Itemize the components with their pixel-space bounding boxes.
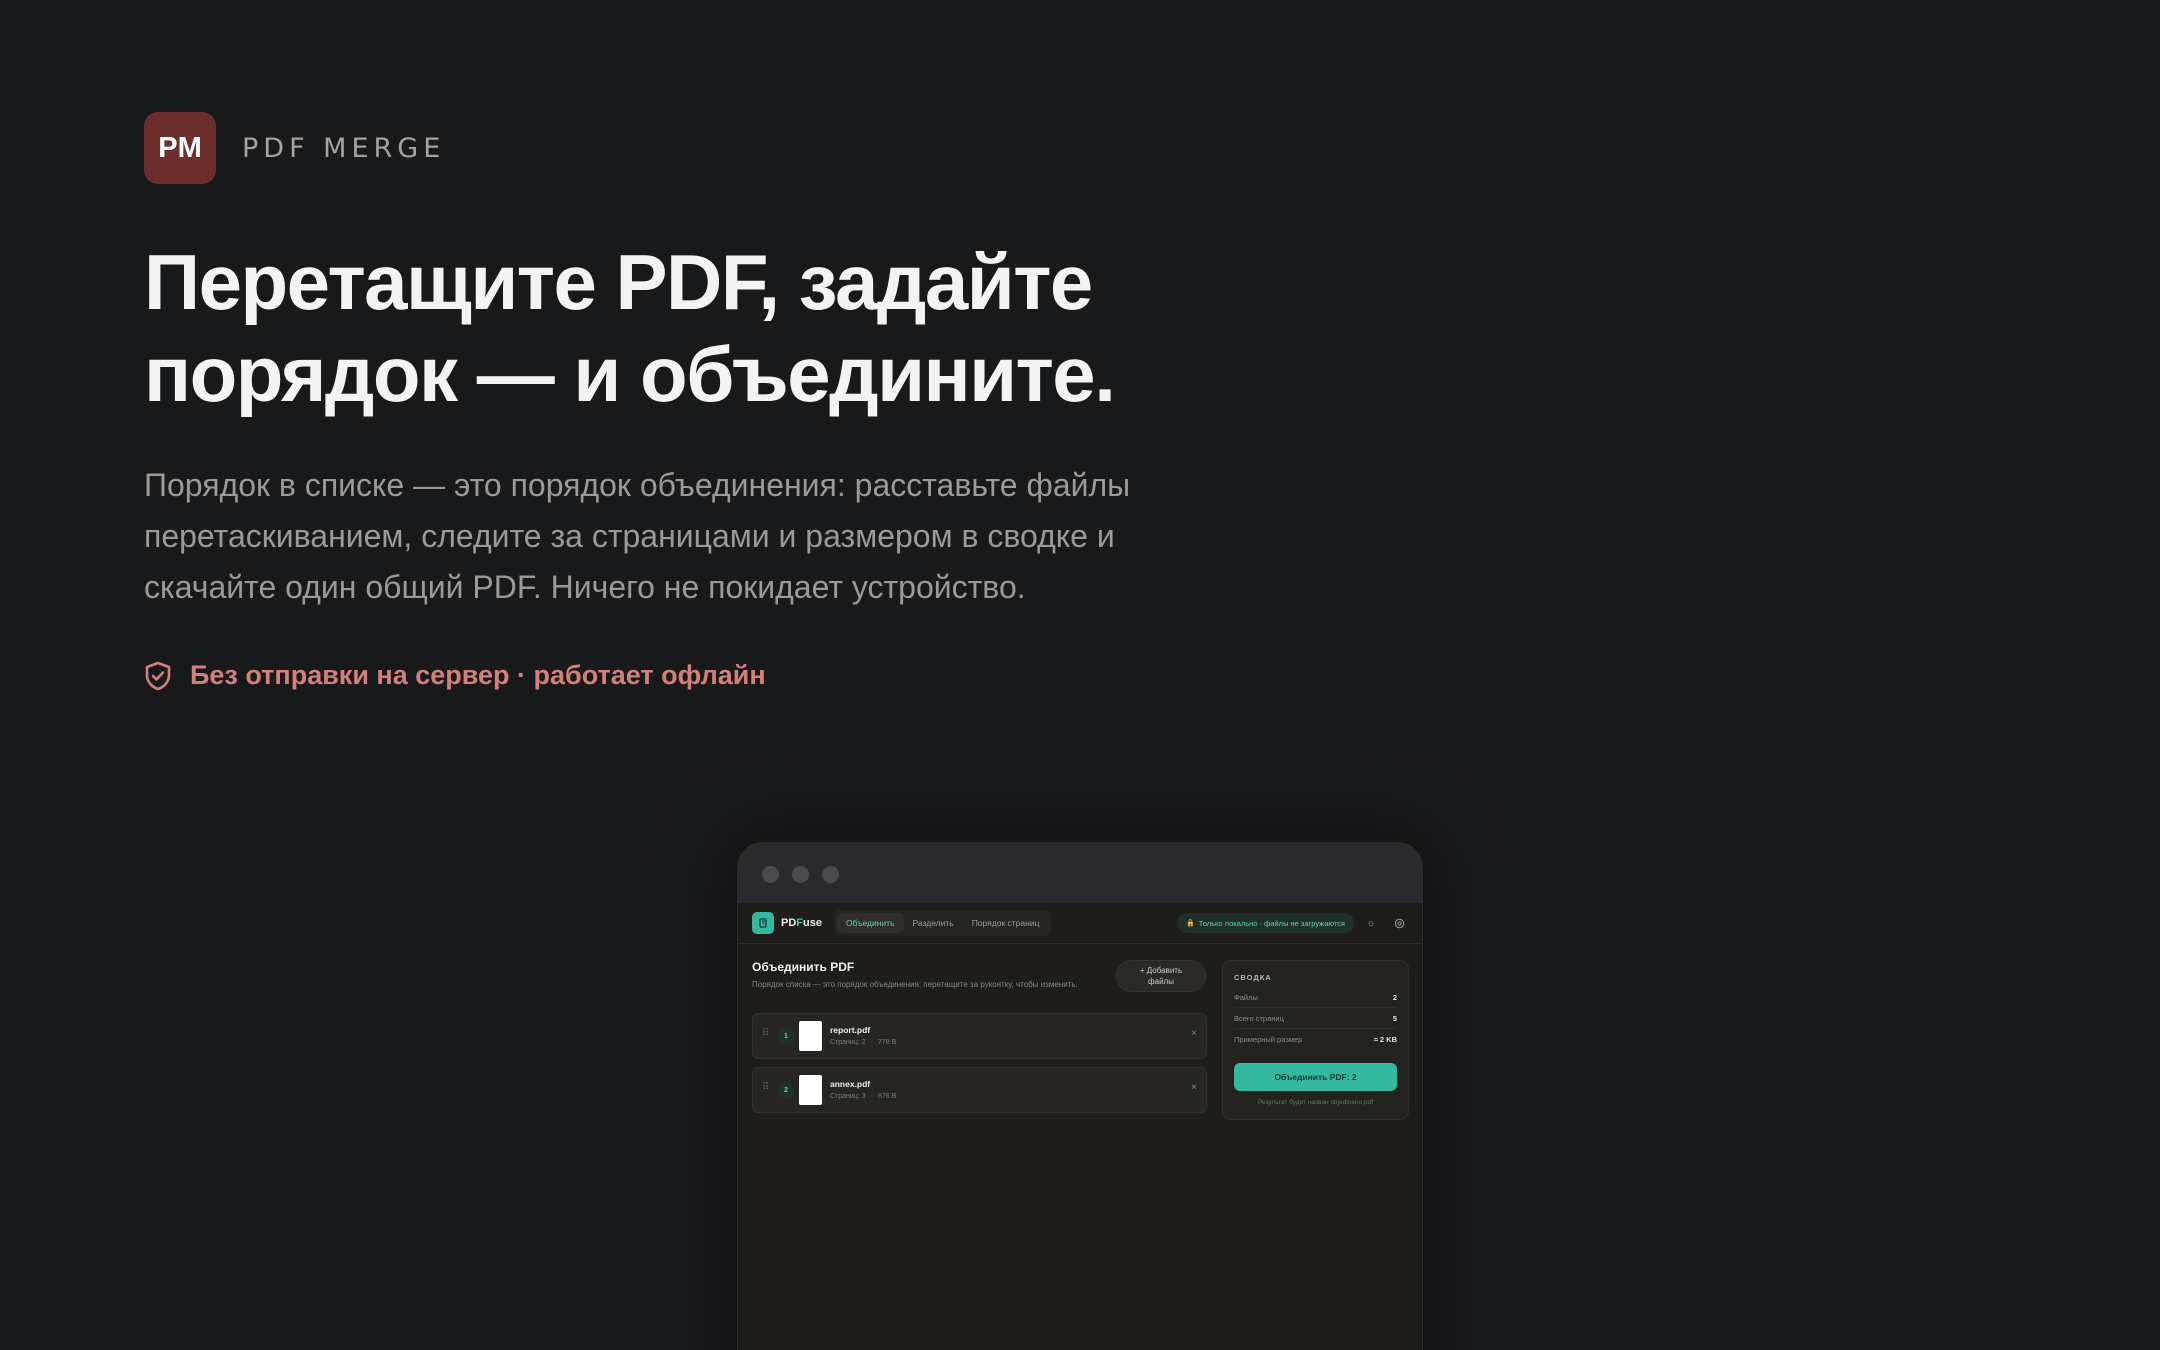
summary-pages-value: 5 [1392, 1014, 1397, 1023]
tab-page-order[interactable]: Порядок страниц [963, 913, 1049, 933]
lead-line-2: перетаскиванием, следите за страницами и… [144, 518, 1115, 554]
result-note: Результат будет назван objedineno.pdf [1257, 1099, 1374, 1106]
lead-paragraph: Порядок в списке — это порядок объединен… [144, 460, 1214, 613]
summary-size-row: Примерный размер ≈ 2 KB [1234, 1035, 1397, 1049]
sun-icon[interactable]: ☼ [1362, 914, 1380, 932]
window-close-dot[interactable] [762, 866, 779, 883]
brand-name: PDF MERGE [242, 132, 446, 164]
file-list-item[interactable]: ⠿ 1 report.pdf Страниц: 2 · 778 B × [752, 1013, 1207, 1059]
app-name-accent: F [796, 917, 804, 929]
summary-panel: СВОДКА Файлы 2 Всего страниц 5 Примерный… [1222, 960, 1409, 1120]
brand-logo: PM [144, 112, 216, 184]
summary-files-row: Файлы 2 [1234, 993, 1397, 1008]
close-icon[interactable]: × [1191, 1082, 1197, 1093]
file-size: 778 B [877, 1039, 897, 1046]
summary-size-value: ≈ 2 KB [1373, 1035, 1397, 1044]
window-titlebar [738, 843, 1422, 903]
file-thumbnail [799, 1075, 822, 1105]
gear-icon[interactable] [1390, 914, 1408, 932]
brand: PM PDF MERGE [144, 112, 445, 184]
app-header: PDFuse Объединить Разделить Порядок стра… [738, 903, 1422, 944]
lead-line-3: скачайте один общий PDF. Ничего не покид… [144, 569, 1026, 605]
file-name: report.pdf [830, 1025, 871, 1035]
summary-pages-label: Всего страниц [1234, 1014, 1284, 1023]
file-index: 1 [778, 1028, 794, 1044]
app-name-suffix: use [803, 917, 822, 929]
summary-files-label: Файлы [1234, 993, 1258, 1002]
window-maximize-dot[interactable] [822, 866, 839, 883]
offline-note: Без отправки на сервер · работает офлайн [144, 660, 766, 691]
merge-subtitle: Порядок списка — это порядок объединения… [752, 980, 1078, 989]
file-pages: Страниц: 3 [830, 1093, 866, 1100]
file-meta: Страниц: 3 · 876 B [830, 1093, 897, 1100]
local-only-badge: 🔒 Только локально · файлы не загружаются [1177, 913, 1354, 933]
local-only-badge-text: Только локально · файлы не загружаются [1198, 918, 1345, 928]
window-minimize-dot[interactable] [792, 866, 809, 883]
summary-size-label: Примерный размер [1234, 1035, 1303, 1044]
add-files-label-2: файлы [1148, 977, 1174, 986]
file-list-item[interactable]: ⠿ 2 annex.pdf Страниц: 3 · 876 B × [752, 1067, 1207, 1113]
tab-split[interactable]: Разделить [904, 913, 963, 933]
merge-view: Объединить PDF Порядок списка — это поря… [738, 944, 1422, 1350]
drag-handle-icon[interactable]: ⠿ [762, 1028, 769, 1039]
summary-title: СВОДКА [1234, 973, 1272, 982]
app-name: PDFuse [781, 917, 822, 929]
shield-check-icon [144, 661, 172, 691]
close-icon[interactable]: × [1191, 1028, 1197, 1039]
lock-icon: 🔒 [1186, 920, 1195, 927]
file-name: annex.pdf [830, 1079, 871, 1089]
page-title: Перетащите PDF, задайте порядок — и объе… [144, 236, 1244, 420]
landing-page: PM PDF MERGE Перетащите PDF, задайте пор… [0, 0, 2160, 1350]
merge-button[interactable]: Объединить PDF: 2 [1234, 1063, 1397, 1091]
drag-handle-icon[interactable]: ⠿ [762, 1082, 769, 1093]
mode-tabs: Объединить Разделить Порядок страниц [833, 910, 1052, 936]
tab-merge[interactable]: Объединить [836, 913, 904, 933]
lead-line-1: Порядок в списке — это порядок объединен… [144, 467, 1131, 503]
summary-pages-row: Всего страниц 5 [1234, 1014, 1397, 1029]
headline-line-2: порядок — и объедините. [144, 330, 1116, 418]
add-files-label-1: + Добавить [1139, 966, 1183, 975]
app-logo-icon [752, 912, 774, 934]
file-thumbnail [799, 1021, 822, 1051]
file-index: 2 [778, 1082, 794, 1098]
file-pages: Страниц: 2 [830, 1039, 866, 1046]
app-window-preview: PDFuse Объединить Разделить Порядок стра… [737, 842, 1423, 1350]
merge-title: Объединить PDF [752, 960, 855, 974]
file-meta: Страниц: 2 · 778 B [830, 1039, 897, 1046]
offline-note-text: Без отправки на сервер · работает офлайн [190, 660, 766, 690]
file-size: 876 B [877, 1093, 897, 1100]
headline-line-1: Перетащите PDF, задайте [144, 238, 1093, 326]
add-files-button[interactable]: + Добавить файлы [1116, 960, 1206, 992]
app-name-prefix: PD [781, 917, 797, 929]
summary-files-value: 2 [1392, 993, 1397, 1002]
